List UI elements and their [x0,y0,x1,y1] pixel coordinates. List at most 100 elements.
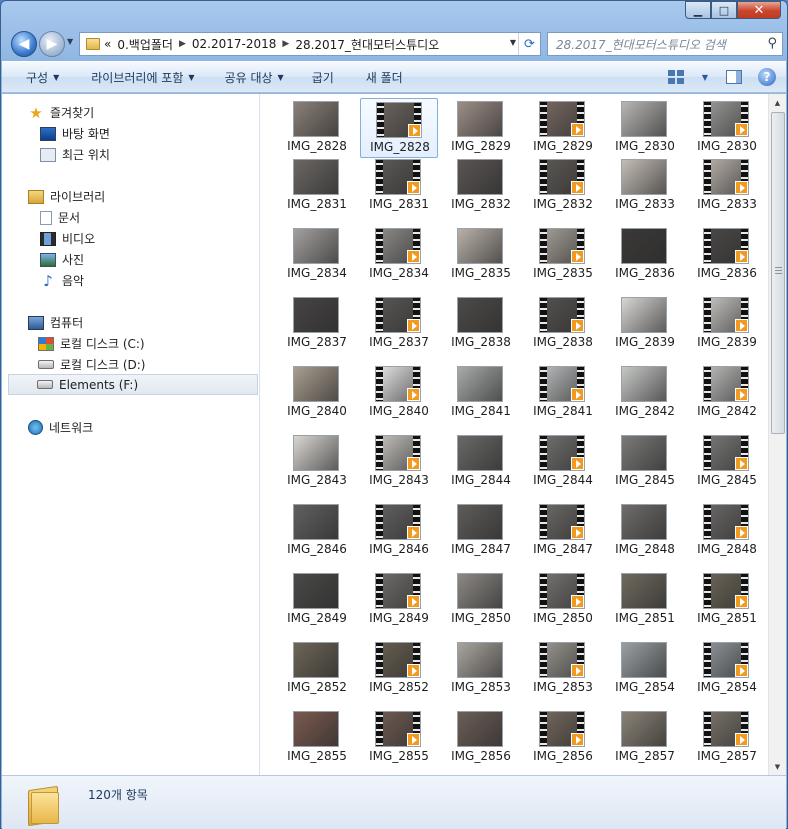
video-file-item[interactable]: IMG_2856 [524,708,602,768]
search-icon[interactable]: ⚲ [767,36,777,51]
scroll-down-icon[interactable]: ▼ [769,758,786,775]
image-file-item[interactable]: IMG_2830 [606,98,684,158]
video-file-item[interactable]: IMG_2849 [360,570,438,630]
image-file-item[interactable]: IMG_2828 [278,98,356,158]
video-file-item[interactable]: IMG_2839 [688,294,766,354]
close-button[interactable]: ✕ [737,1,781,19]
address-dropdown-icon[interactable]: ▼ [510,38,516,47]
vertical-scrollbar[interactable]: ▲ ▼ [768,94,786,775]
video-file-item[interactable]: IMG_2838 [524,294,602,354]
breadcrumb-separator-icon[interactable]: ▶ [179,39,186,49]
video-file-item[interactable]: IMG_2842 [688,363,766,423]
image-file-item[interactable]: IMG_2837 [278,294,356,354]
nav-favorites[interactable]: ★ 즐겨찾기 [28,102,284,123]
video-file-item[interactable]: IMG_2845 [688,432,766,492]
image-file-item[interactable]: IMG_2857 [606,708,684,768]
view-options-dropdown[interactable]: ▼ [700,67,710,87]
image-file-item[interactable]: IMG_2851 [606,570,684,630]
video-file-item[interactable]: IMG_2835 [524,225,602,285]
breadcrumb-item[interactable]: 0.백업폴더 [117,36,173,53]
nav-drive-d[interactable]: 로컬 디스크 (D:) [38,354,294,375]
breadcrumb-separator-icon[interactable]: ▶ [282,39,289,49]
search-box[interactable]: 28.2017_현대모터스튜디오 검색 ⚲ [547,32,783,56]
include-in-library-menu[interactable]: 라이브러리에 포함 ▼ [71,62,206,92]
video-file-item[interactable]: IMG_2840 [360,363,438,423]
video-file-item[interactable]: IMG_2850 [524,570,602,630]
image-file-item[interactable]: IMG_2853 [442,639,520,699]
image-file-item[interactable]: IMG_2847 [442,501,520,561]
video-file-item[interactable]: IMG_2832 [524,156,602,216]
breadcrumb-overflow[interactable]: « [104,37,111,51]
share-with-menu[interactable]: 공유 대상 ▼ [207,62,296,92]
new-folder-button[interactable]: 새 폴더 [346,62,415,92]
image-file-item[interactable]: IMG_2833 [606,156,684,216]
image-file-item[interactable]: IMG_2848 [606,501,684,561]
image-file-item[interactable]: IMG_2842 [606,363,684,423]
image-file-item[interactable]: IMG_2854 [606,639,684,699]
image-file-item[interactable]: IMG_2832 [442,156,520,216]
search-input[interactable]: 28.2017_현대모터스튜디오 검색 [556,36,726,53]
scrollbar-thumb[interactable] [771,112,785,434]
preview-pane-button[interactable] [724,67,744,87]
image-file-item[interactable]: IMG_2849 [278,570,356,630]
nav-recent[interactable]: 최근 위치 [40,144,296,165]
image-file-item[interactable]: IMG_2835 [442,225,520,285]
nav-computer[interactable]: 컴퓨터 [28,312,284,333]
maximize-button[interactable]: □ [711,1,737,19]
video-file-item[interactable]: IMG_2846 [360,501,438,561]
video-file-item[interactable]: IMG_2831 [360,156,438,216]
nav-pictures[interactable]: 사진 [40,249,296,270]
change-view-button[interactable] [666,67,686,87]
nav-music[interactable]: ♪ 음악 [40,270,296,291]
video-file-item[interactable]: IMG_2848 [688,501,766,561]
video-file-item[interactable]: IMG_2833 [688,156,766,216]
image-file-item[interactable]: IMG_2846 [278,501,356,561]
organize-menu[interactable]: 구성 ▼ [2,62,71,92]
refresh-icon[interactable]: ⟳ [518,33,540,55]
image-file-item[interactable]: IMG_2840 [278,363,356,423]
image-file-item[interactable]: IMG_2834 [278,225,356,285]
video-file-item[interactable]: IMG_2853 [524,639,602,699]
image-file-item[interactable]: IMG_2855 [278,708,356,768]
image-file-item[interactable]: IMG_2838 [442,294,520,354]
video-file-item[interactable]: IMG_2847 [524,501,602,561]
nav-drive-c[interactable]: 로컬 디스크 (C:) [38,333,294,354]
image-file-item[interactable]: IMG_2850 [442,570,520,630]
image-file-item[interactable]: IMG_2831 [278,156,356,216]
image-file-item[interactable]: IMG_2836 [606,225,684,285]
image-file-item[interactable]: IMG_2844 [442,432,520,492]
video-file-item[interactable]: IMG_2830 [688,98,766,158]
video-file-item[interactable]: IMG_2857 [688,708,766,768]
forward-button[interactable]: ▶ [39,31,65,57]
video-file-item[interactable]: IMG_2828 [360,98,438,158]
nav-videos[interactable]: 비디오 [40,228,296,249]
video-file-item[interactable]: IMG_2855 [360,708,438,768]
nav-desktop[interactable]: 바탕 화면 [40,123,296,144]
breadcrumb-item[interactable]: 28.2017_현대모터스튜디오 [295,36,439,53]
video-file-item[interactable]: IMG_2852 [360,639,438,699]
nav-drive-f[interactable]: Elements (F:) [8,374,258,395]
nav-documents[interactable]: 문서 [40,207,296,228]
video-file-item[interactable]: IMG_2843 [360,432,438,492]
breadcrumb-item[interactable]: 02.2017-2018 [192,37,277,51]
image-file-item[interactable]: IMG_2843 [278,432,356,492]
video-file-item[interactable]: IMG_2844 [524,432,602,492]
image-file-item[interactable]: IMG_2841 [442,363,520,423]
address-bar[interactable]: « 0.백업폴더 ▶ 02.2017-2018 ▶ 28.2017_현대모터스튜… [79,32,541,56]
image-file-item[interactable]: IMG_2829 [442,98,520,158]
video-file-item[interactable]: IMG_2836 [688,225,766,285]
back-button[interactable]: ◀ [11,31,37,57]
image-file-item[interactable]: IMG_2856 [442,708,520,768]
video-file-item[interactable]: IMG_2834 [360,225,438,285]
image-file-item[interactable]: IMG_2852 [278,639,356,699]
minimize-button[interactable]: ▁ [685,1,711,19]
video-file-item[interactable]: IMG_2841 [524,363,602,423]
image-file-item[interactable]: IMG_2839 [606,294,684,354]
video-file-item[interactable]: IMG_2851 [688,570,766,630]
image-file-item[interactable]: IMG_2845 [606,432,684,492]
burn-button[interactable]: 굽기 [296,62,346,92]
nav-network[interactable]: 네트워크 [28,417,284,438]
video-file-item[interactable]: IMG_2854 [688,639,766,699]
video-file-item[interactable]: IMG_2829 [524,98,602,158]
video-file-item[interactable]: IMG_2837 [360,294,438,354]
